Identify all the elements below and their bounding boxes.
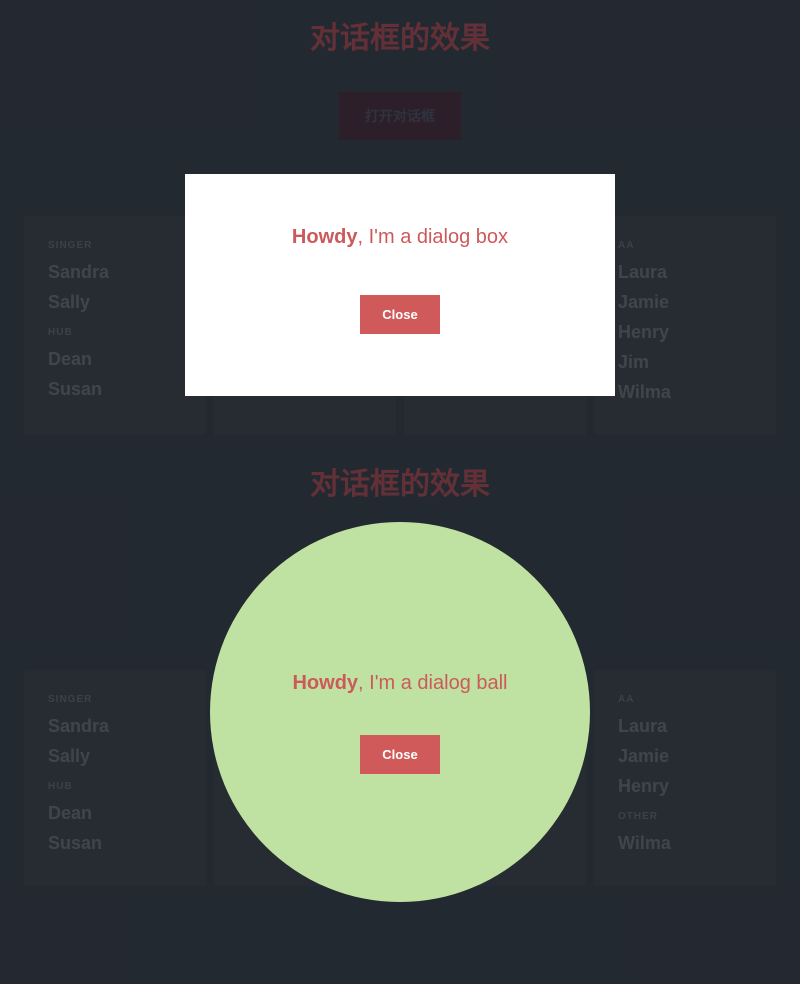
name-item: Sandra (48, 257, 182, 287)
card-label: HUB (48, 327, 182, 338)
card-label: SINGER (48, 240, 182, 251)
section-title: 对话框的效果 (0, 464, 800, 506)
name-item: Dean (48, 344, 182, 374)
name-card: AA Laura Jamie Henry Jim Wilma (594, 216, 776, 435)
card-label: OTHER (618, 811, 752, 822)
section-title: 对话框的效果 (0, 18, 800, 60)
dialog-message: Howdy, I'm a dialog box (185, 226, 615, 249)
name-item: Susan (48, 374, 182, 404)
name-item: Sandra (48, 711, 182, 741)
dialog-box: Howdy, I'm a dialog box Close (185, 174, 615, 396)
name-item: Sally (48, 287, 182, 317)
name-item: Susan (48, 828, 182, 858)
card-label: AA (618, 240, 752, 251)
close-button[interactable]: Close (360, 735, 439, 774)
dialog-rest: , I'm a dialog box (357, 226, 508, 248)
name-item: Jamie (618, 287, 752, 317)
dialog-howdy: Howdy (292, 226, 358, 248)
dialog-rest: , I'm a dialog ball (358, 672, 507, 694)
name-card: SINGER Sandra Sally HUB Dean Susan (24, 670, 206, 886)
name-card: SINGER Sandra Sally HUB Dean Susan (24, 216, 206, 435)
open-button-wrap: 打开对话框 (0, 92, 800, 140)
dialog-howdy: Howdy (292, 672, 358, 694)
name-item: Jamie (618, 741, 752, 771)
name-item: Dean (48, 798, 182, 828)
name-item: Wilma (618, 377, 752, 407)
card-label: AA (618, 694, 752, 705)
name-item: Laura (618, 257, 752, 287)
close-button[interactable]: Close (360, 295, 439, 334)
name-item: Henry (618, 317, 752, 347)
dialog-ball: Howdy, I'm a dialog ball Close (210, 522, 590, 902)
card-label: HUB (48, 781, 182, 792)
name-item: Sally (48, 741, 182, 771)
name-card: AA Laura Jamie Henry OTHER Wilma (594, 670, 776, 886)
name-item: Jim (618, 347, 752, 377)
name-item: Henry (618, 771, 752, 801)
name-item: Laura (618, 711, 752, 741)
card-label: SINGER (48, 694, 182, 705)
name-item: Wilma (618, 828, 752, 858)
dialog-message: Howdy, I'm a dialog ball (210, 672, 590, 695)
open-dialog-button[interactable]: 打开对话框 (339, 92, 461, 140)
